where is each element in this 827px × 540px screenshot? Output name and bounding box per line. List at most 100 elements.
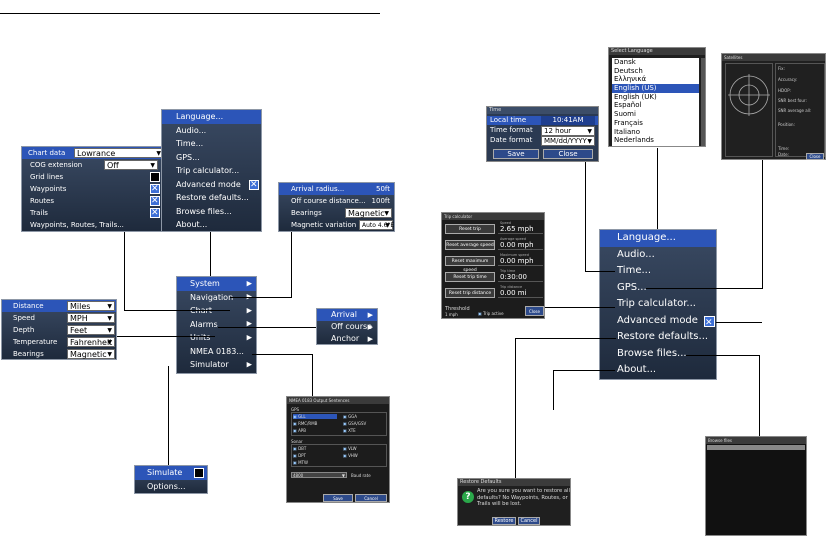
temperature-row[interactable]: Temperature Fahrenheit ▼	[2, 336, 116, 348]
menu-item-restore-defaults[interactable]: Restore defaults...	[162, 191, 261, 205]
menu-item-audio-large[interactable]: Audio...	[600, 247, 716, 264]
bearings-dropdown[interactable]: Magnetic ▼	[345, 208, 392, 218]
menu-item-about-large[interactable]: About...	[600, 362, 716, 379]
menu-item-time[interactable]: Time...	[162, 137, 261, 151]
advanced-mode-checkbox[interactable]	[249, 179, 259, 192]
menu-item-restore-defaults-large[interactable]: Restore defaults...	[600, 329, 716, 346]
magnetic-variation-row[interactable]: Magnetic variation Auto 4.6°E ▼	[279, 219, 394, 231]
cog-extension-row[interactable]: COG extension Off ▼	[22, 159, 167, 171]
language-option[interactable]: Italiano	[612, 128, 699, 137]
bearings-units-dropdown[interactable]: Magnetic ▼	[67, 349, 115, 359]
distance-dropdown[interactable]: Miles ▼	[67, 301, 115, 311]
trip-close-button[interactable]: Close	[525, 306, 544, 316]
language-option[interactable]: Español	[612, 101, 699, 110]
nmea-item-gga[interactable]: ▣ GGA	[343, 414, 357, 419]
nmea-item-vhw[interactable]: ▣ VHW	[343, 453, 358, 458]
grid-lines-row[interactable]: Grid lines	[22, 171, 167, 183]
simulate-row[interactable]: Simulate	[135, 466, 207, 480]
nmea-save-button[interactable]: Save	[323, 494, 353, 502]
bearings-units-row[interactable]: Bearings Magnetic ▼	[2, 348, 116, 360]
menu-item-advanced-mode-large[interactable]: Advanced mode	[600, 313, 716, 331]
main-item-units[interactable]: Units ▶	[177, 331, 256, 345]
time-format-row[interactable]: Time format 12 hour ▼	[487, 126, 598, 136]
trails-row[interactable]: Trails	[22, 207, 167, 219]
off-course-distance-row[interactable]: Off course distance... 100ft	[279, 195, 394, 207]
alarm-item-off-course[interactable]: Off course ▶	[317, 321, 377, 333]
baud-rate-dropdown[interactable]: 4800 ▼	[291, 472, 347, 478]
date-format-row[interactable]: Date format MM/dd/YYYY ▼	[487, 136, 598, 146]
language-option[interactable]: Dansk	[612, 58, 699, 67]
menu-item-time-large[interactable]: Time...	[600, 263, 716, 280]
language-option[interactable]: Suomi	[612, 110, 699, 119]
restore-button[interactable]: Restore	[492, 517, 516, 525]
nmea-item-dpt[interactable]: ▣ DPT	[293, 453, 306, 458]
menu-item-audio[interactable]: Audio...	[162, 124, 261, 138]
restore-cancel-button[interactable]: Cancel	[518, 517, 540, 525]
menu-item-language[interactable]: Language...	[162, 110, 261, 124]
routes-checkbox[interactable]	[150, 195, 160, 207]
trip-reset-button[interactable]: Reset trip	[445, 224, 495, 234]
waypoints-checkbox[interactable]	[150, 183, 160, 195]
grid-lines-checkbox[interactable]	[150, 172, 160, 182]
nmea-item-vlw[interactable]: ▣ VLW	[343, 446, 357, 451]
cog-extension-dropdown[interactable]: Off ▼	[104, 160, 158, 170]
main-item-nmea[interactable]: NMEA 0183...	[177, 345, 256, 359]
temperature-dropdown[interactable]: Fahrenheit ▼	[67, 337, 115, 347]
chart-data-row[interactable]: Chart data Lowrance ▼	[22, 147, 167, 159]
simulate-checkbox[interactable]	[194, 468, 204, 478]
menu-item-trip-calculator[interactable]: Trip calculator...	[162, 164, 261, 178]
distance-row[interactable]: Distance Miles ▼	[2, 300, 116, 312]
routes-row[interactable]: Routes	[22, 195, 167, 207]
menu-item-advanced-mode[interactable]: Advanced mode	[162, 178, 261, 192]
menu-item-gps[interactable]: GPS...	[162, 151, 261, 165]
speed-dropdown[interactable]: MPH ▼	[67, 313, 115, 323]
nmea-cancel-button[interactable]: Cancel	[355, 494, 387, 502]
nmea-item-xte[interactable]: ▣ XTE	[343, 428, 356, 433]
trip-reset-button[interactable]: Reset maximum speed	[445, 256, 495, 273]
nmea-item-dbt[interactable]: ▣ DBT	[293, 446, 306, 451]
language-scrollbar[interactable]	[701, 58, 705, 146]
chart-data-dropdown[interactable]: Lowrance ▼	[74, 148, 164, 158]
threshold-value[interactable]: 1 mph	[445, 312, 458, 317]
arrival-radius-row[interactable]: Arrival radius... 50ft	[279, 183, 394, 195]
trails-checkbox[interactable]	[150, 207, 160, 219]
date-format-dropdown[interactable]: MM/dd/YYYY ▼	[541, 136, 595, 146]
time-format-dropdown[interactable]: 12 hour ▼	[541, 126, 595, 136]
gps-close-button[interactable]: Close	[806, 153, 824, 160]
language-option[interactable]: Nederlands	[612, 136, 699, 145]
main-item-alarms[interactable]: Alarms ▶	[177, 318, 256, 332]
nmea-item-apb[interactable]: ▣ APB	[293, 428, 306, 433]
menu-item-trip-calculator-large[interactable]: Trip calculator...	[600, 296, 716, 313]
alarm-item-anchor[interactable]: Anchor ▶	[317, 333, 377, 345]
magnetic-variation-dropdown[interactable]: Auto 4.6°E ▼	[359, 220, 394, 230]
waypoints-row[interactable]: Waypoints	[22, 183, 167, 195]
waypoints-routes-trails-row[interactable]: Waypoints, Routes, Trails...	[22, 219, 167, 231]
menu-item-browse-files-large[interactable]: Browse files...	[600, 346, 716, 363]
simulator-options-row[interactable]: Options...	[135, 480, 207, 494]
time-save-button[interactable]: Save	[493, 149, 539, 159]
language-option[interactable]: English (UK)	[612, 93, 699, 102]
nmea-item-gll[interactable]: ▣ GLL	[293, 414, 337, 419]
language-option[interactable]: English (US)	[612, 84, 699, 93]
language-option[interactable]: Ελληνικά	[612, 75, 699, 84]
time-close-button[interactable]: Close	[543, 149, 593, 159]
trip-reset-button[interactable]: Reset average speed	[445, 240, 495, 250]
main-item-system[interactable]: System ▶	[177, 277, 256, 291]
language-option[interactable]: Deutsch	[612, 67, 699, 76]
advanced-mode-checkbox-large[interactable]	[704, 315, 715, 331]
trip-reset-button[interactable]: Reset trip time	[445, 272, 495, 282]
trip-active-toggle[interactable]: ▣ Trip active	[478, 311, 504, 316]
trip-reset-button[interactable]: Reset trip distance	[445, 288, 495, 298]
bearings-row[interactable]: Bearings Magnetic ▼	[279, 207, 394, 219]
speed-row[interactable]: Speed MPH ▼	[2, 312, 116, 324]
language-option[interactable]: Français	[612, 119, 699, 128]
menu-item-language-large[interactable]: Language...	[600, 230, 716, 247]
nmea-item-rmc[interactable]: ▣ RMC/RMB	[293, 421, 317, 426]
depth-dropdown[interactable]: Feet ▼	[67, 325, 115, 335]
nmea-item-mtw[interactable]: ▣ MTW	[293, 460, 308, 465]
local-time-row[interactable]: Local time 10:41AM	[487, 116, 598, 125]
nmea-item-gsa[interactable]: ▣ GSA/GSV	[343, 421, 366, 426]
main-item-simulator[interactable]: Simulator ▶	[177, 358, 256, 372]
depth-row[interactable]: Depth Feet ▼	[2, 324, 116, 336]
menu-item-about[interactable]: About...	[162, 218, 261, 232]
